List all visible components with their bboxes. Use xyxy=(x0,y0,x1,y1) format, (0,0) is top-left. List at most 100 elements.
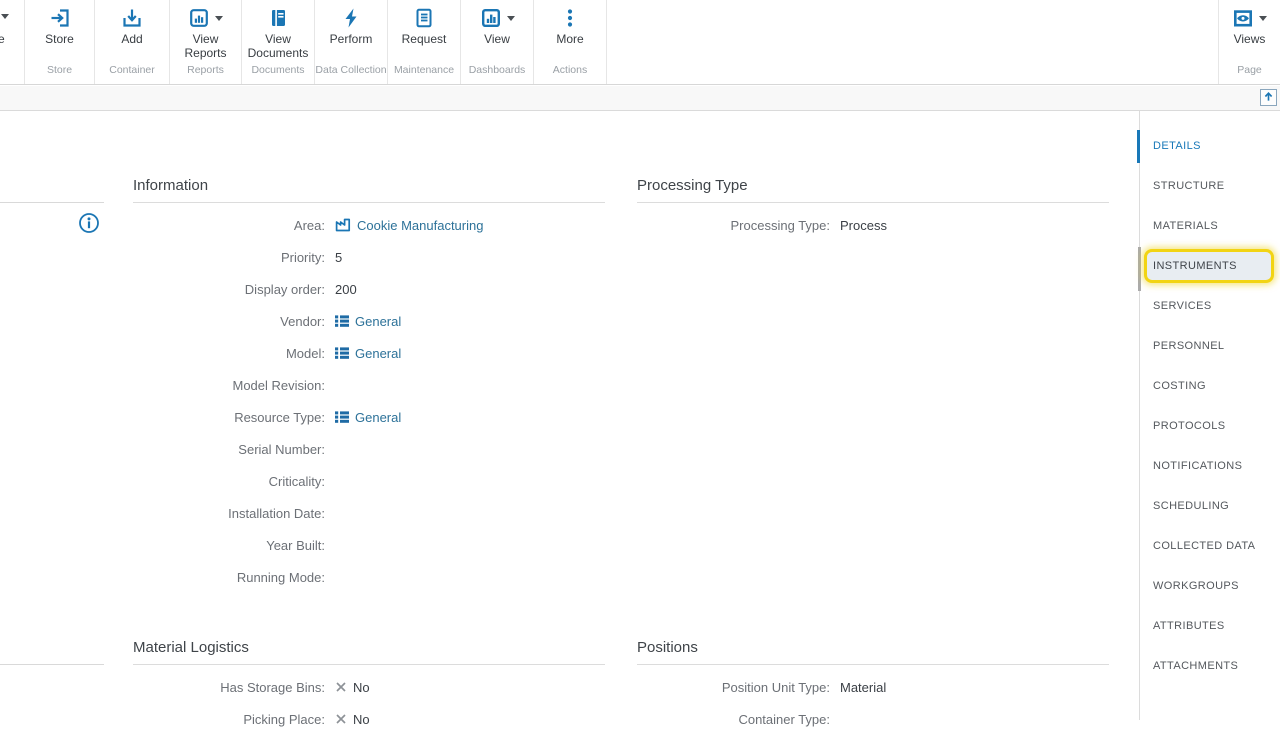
toolbar-button-label: Views xyxy=(1233,32,1266,46)
sidebar-item-label: COSTING xyxy=(1153,380,1206,392)
sidebar-item-label: COLLECTED DATA xyxy=(1153,540,1256,552)
field-row-priority: Priority: 5 xyxy=(133,241,605,273)
sidebar-item-attachments[interactable]: ATTACHMENTS xyxy=(1140,646,1280,686)
toolbar-button-label: Perform xyxy=(329,32,373,46)
toolbar-button-iconrow xyxy=(267,6,289,30)
field-value: Process xyxy=(840,217,887,233)
toolbar-button-label: Request xyxy=(401,32,447,46)
field-row-resource-type: Resource Type: General xyxy=(133,401,605,433)
sidebar-item-protocols[interactable]: PROTOCOLS xyxy=(1140,406,1280,446)
toolbar-button-label: View Documents xyxy=(247,32,309,60)
field-row-area: Area: Cookie Manufacturing xyxy=(133,209,605,241)
field-value-link[interactable]: General xyxy=(355,410,401,425)
sidebar-item-instruments[interactable]: INSTRUMENTS xyxy=(1140,246,1280,286)
field-value-link[interactable]: Cookie Manufacturing xyxy=(357,218,483,233)
sidebar-item-label: DETAILS xyxy=(1153,140,1201,152)
highlight-box: INSTRUMENTS xyxy=(1144,249,1274,283)
toolbar-group-container: Add Container xyxy=(94,0,169,84)
toolbar-button-view[interactable]: View xyxy=(461,0,533,64)
field-value-wrap: General xyxy=(335,346,401,361)
sidebar-item-costing[interactable]: COSTING xyxy=(1140,366,1280,406)
toolbar-button-label: View Reports xyxy=(184,32,227,60)
field-label: Picking Place: xyxy=(243,711,325,727)
list-icon xyxy=(335,346,349,360)
add-container-icon xyxy=(121,7,143,29)
chevron-down-icon xyxy=(1259,15,1267,21)
toolbar-button-cutoff-label: e xyxy=(0,32,5,46)
field-row-picking-place: Picking Place: No xyxy=(133,703,605,735)
sidebar-item-scheduling[interactable]: SCHEDULING xyxy=(1140,486,1280,526)
field-value-wrap: 200 xyxy=(335,282,357,297)
field-row-year-built: Year Built: xyxy=(133,529,605,561)
dashboards-icon xyxy=(480,7,502,29)
collapse-ribbon-icon xyxy=(1263,89,1274,107)
toolbar-button-add[interactable]: Add xyxy=(95,0,169,64)
toolbar-button-label: More xyxy=(556,32,584,46)
field-row-position-unit-type: Position Unit Type: Material xyxy=(637,671,1109,703)
field-row-running-mode: Running Mode: xyxy=(133,561,605,593)
section-title: Information xyxy=(133,177,209,194)
sidebar-item-notifications[interactable]: NOTIFICATIONS xyxy=(1140,446,1280,486)
sidebar-item-structure[interactable]: STRUCTURE xyxy=(1140,166,1280,206)
views-eye-icon xyxy=(1232,7,1254,29)
field-label: Priority: xyxy=(280,249,325,265)
field-label: Serial Number: xyxy=(238,441,325,457)
left-divider-stub xyxy=(0,664,104,665)
toolbar-group-label: Page xyxy=(1237,64,1262,76)
field-value: 5 xyxy=(335,249,343,265)
section-divider xyxy=(133,664,605,665)
toolbar-button-request[interactable]: Request xyxy=(388,0,460,64)
sidebar-item-label: PERSONNEL xyxy=(1153,340,1225,352)
toolbar-button-iconrow xyxy=(188,6,223,30)
toolbar-button-cutoff[interactable]: e xyxy=(0,0,24,84)
toolbar-button-views[interactable]: Views xyxy=(1219,0,1280,64)
field-value-wrap: Material xyxy=(840,680,886,695)
toolbar-button-view-reports[interactable]: View Reports xyxy=(170,0,241,64)
collapse-ribbon-button[interactable] xyxy=(1260,89,1277,106)
sidebar-item-label: ATTACHMENTS xyxy=(1153,660,1239,672)
field-value-wrap: No xyxy=(335,712,370,727)
toolbar-button-store[interactable]: Store xyxy=(25,0,94,64)
toolbar-button-more[interactable]: More xyxy=(534,0,606,64)
view-reports-icon xyxy=(188,7,210,29)
field-value-wrap: Cookie Manufacturing xyxy=(335,217,483,233)
view-documents-icon xyxy=(267,7,289,29)
sidebar-item-workgroups[interactable]: WORKGROUPS xyxy=(1140,566,1280,606)
x-icon xyxy=(335,681,347,693)
field-value: No xyxy=(353,679,370,695)
field-row-container-type: Container Type: xyxy=(637,703,1109,735)
sidebar-item-services[interactable]: SERVICES xyxy=(1140,286,1280,326)
sidebar-item-materials[interactable]: MATERIALS xyxy=(1140,206,1280,246)
field-label: Container Type: xyxy=(738,711,830,727)
section-divider xyxy=(133,202,605,203)
toolbar-button-iconrow xyxy=(121,6,143,30)
toolbar-group-label: Reports xyxy=(187,64,224,76)
field-value-wrap: Process xyxy=(840,218,887,233)
info-icon[interactable] xyxy=(78,212,100,234)
sidebar-item-label: NOTIFICATIONS xyxy=(1153,460,1243,472)
x-icon xyxy=(335,713,347,725)
toolbar-button-perform[interactable]: Perform xyxy=(315,0,387,64)
toolbar-button-iconrow xyxy=(340,6,362,30)
field-value-wrap: General xyxy=(335,314,401,329)
toolbar-button-label: View xyxy=(484,32,510,46)
sidebar-item-personnel[interactable]: PERSONNEL xyxy=(1140,326,1280,366)
field-value-link[interactable]: General xyxy=(355,346,401,361)
main-content: Information Area: Cookie Manufacturing Pri… xyxy=(0,111,1280,727)
field-row-vendor: Vendor: General xyxy=(133,305,605,337)
field-value-link[interactable]: General xyxy=(355,314,401,329)
field-value: Material xyxy=(840,679,887,695)
toolbar-button-iconrow xyxy=(1232,6,1267,30)
toolbar-group-label: Documents xyxy=(251,64,305,76)
field-label: Area: xyxy=(293,217,325,233)
factory-icon xyxy=(335,217,351,233)
field-label: Vendor: xyxy=(280,313,325,329)
sidebar-item-details[interactable]: DETAILS xyxy=(1140,126,1280,166)
toolbar-group-page: Views Page xyxy=(1218,0,1280,84)
toolbar-button-view-documents[interactable]: View Documents xyxy=(242,0,314,64)
sidebar-item-attributes[interactable]: ATTRIBUTES xyxy=(1140,606,1280,646)
toolbar-group-label: Container xyxy=(109,64,155,76)
field-label: Has Storage Bins: xyxy=(220,679,325,695)
field-label: Installation Date: xyxy=(228,505,325,521)
sidebar-item-collected-data[interactable]: COLLECTED DATA xyxy=(1140,526,1280,566)
